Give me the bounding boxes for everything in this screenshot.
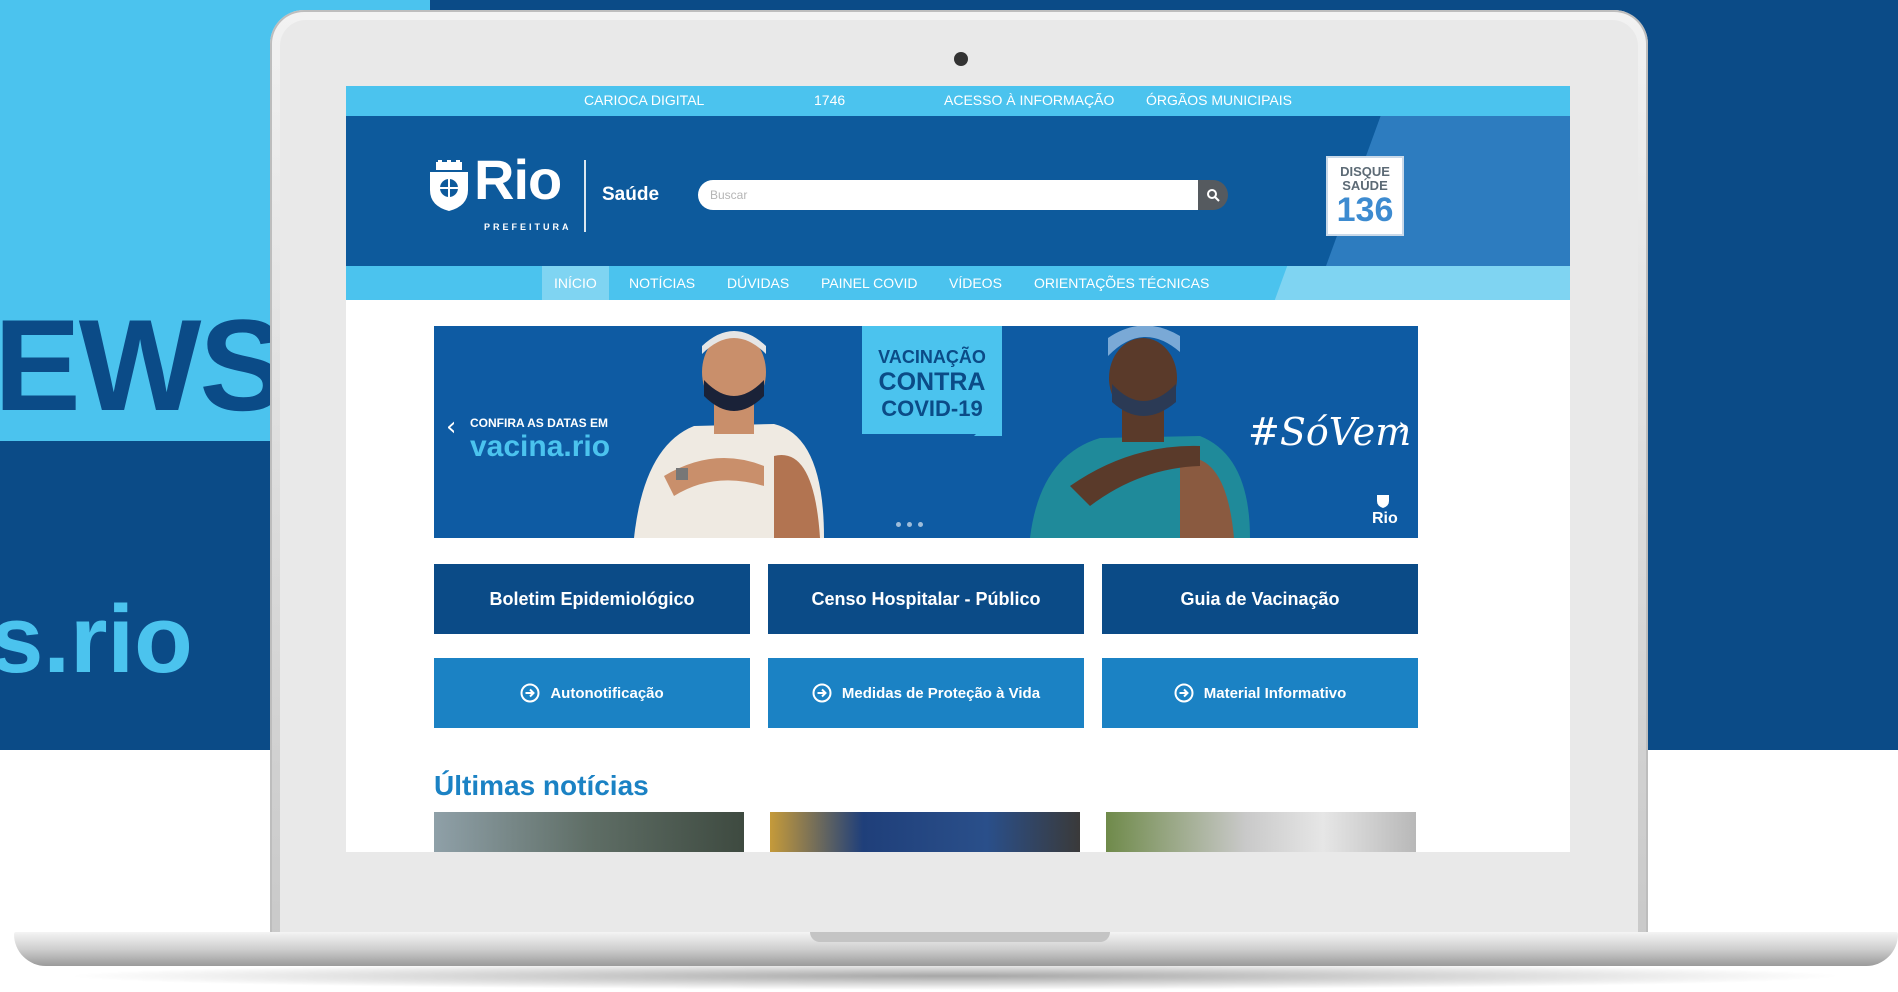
latest-news-heading: Últimas notícias xyxy=(434,770,649,801)
top-link-acesso-informacao[interactable]: ACESSO À INFORMAÇÃO xyxy=(944,92,1114,108)
laptop-screen: CARIOCA DIGITAL 1746 ACESSO À INFORMAÇÃO… xyxy=(346,86,1570,852)
top-link-carioca-digital[interactable]: CARIOCA DIGITAL xyxy=(584,92,704,108)
top-link-orgaos-municipais[interactable]: ÓRGÃOS MUNICIPAIS xyxy=(1146,92,1292,108)
tile-autonotificacao[interactable]: Autonotificação xyxy=(434,658,750,728)
carousel-dot[interactable] xyxy=(907,522,912,527)
news-thumbnail[interactable] xyxy=(434,812,744,852)
tile-censo-hospitalar[interactable]: Censo Hospitalar - Público xyxy=(768,564,1084,634)
news-thumbnail[interactable] xyxy=(1106,812,1416,852)
tab-painel-covid[interactable]: PAINEL COVID xyxy=(809,266,929,300)
carousel-dot[interactable] xyxy=(918,522,923,527)
tab-inicio[interactable]: INÍCIO xyxy=(542,266,609,300)
tile-label: Censo Hospitalar - Público xyxy=(811,588,1041,609)
tile-label: Boletim Epidemiológico xyxy=(489,588,695,609)
arrow-circle-right-icon xyxy=(1174,683,1194,703)
banner-person-image xyxy=(634,331,824,538)
camera-icon xyxy=(954,52,968,66)
banner-person-image-2 xyxy=(1030,326,1250,538)
tile-label: Material Informativo xyxy=(1203,684,1347,702)
laptop-notch xyxy=(810,932,1110,942)
disque-line-1: DISQUE xyxy=(1340,164,1390,180)
hero-banner[interactable]: ‹ CONFIRA AS DATAS EM vacina.rio VACINAÇ… xyxy=(434,326,1418,538)
tile-material-informativo[interactable]: Material Informativo xyxy=(1102,658,1418,728)
banner-logo-icon xyxy=(1377,495,1389,508)
news-thumbnail[interactable] xyxy=(770,812,1080,852)
carousel-dot[interactable] xyxy=(896,522,901,527)
campaign-line-1: VACINAÇÃO xyxy=(878,347,986,367)
banner-small-text: CONFIRA AS DATAS EM xyxy=(470,416,608,430)
arrow-circle-right-icon xyxy=(812,683,832,703)
tile-guia-vacinacao[interactable]: Guia de Vacinação xyxy=(1102,564,1418,634)
site-header: Rio PREFEITURA Saúde DISQUE SAÚDE 136 xyxy=(346,116,1570,266)
background-url-fragment: s.rio xyxy=(0,586,193,693)
top-link-1746[interactable]: 1746 xyxy=(814,92,845,108)
top-links-bar: CARIOCA DIGITAL 1746 ACESSO À INFORMAÇÃO… xyxy=(346,86,1570,116)
banner-logo-text: Rio xyxy=(1372,510,1398,527)
tile-label: Medidas de Proteção à Vida xyxy=(841,684,1041,702)
logo-separator xyxy=(584,160,586,232)
arrow-circle-right-icon xyxy=(520,683,540,703)
tile-label: Guia de Vacinação xyxy=(1180,588,1340,609)
rio-coat-of-arms-icon xyxy=(426,160,472,212)
tab-duvidas[interactable]: DÚVIDAS xyxy=(715,266,801,300)
section-title: Saúde xyxy=(602,184,660,205)
main-nav: INÍCIO NOTÍCIAS DÚVIDAS PAINEL COVID VÍD… xyxy=(346,266,1570,300)
logo-prefeitura-text: PREFEITURA xyxy=(484,222,572,232)
tab-videos[interactable]: VÍDEOS xyxy=(937,266,1014,300)
search-icon xyxy=(1207,189,1220,202)
disque-number: 136 xyxy=(1336,190,1394,229)
banner-url-text: vacina.rio xyxy=(470,430,611,463)
tile-medidas-protecao[interactable]: Medidas de Proteção à Vida xyxy=(768,658,1084,728)
laptop-shadow xyxy=(60,962,1850,990)
tab-orientacoes-tecnicas[interactable]: ORIENTAÇÕES TÉCNICAS xyxy=(1022,266,1221,300)
background-headline-fragment: EWS xyxy=(0,292,286,438)
campaign-badge-tail xyxy=(974,408,1002,436)
nav-diagonal-accent xyxy=(1274,266,1570,300)
logo-rio-text[interactable]: Rio xyxy=(474,152,562,208)
tile-label: Autonotificação xyxy=(550,684,664,702)
campaign-line-2: CONTRA xyxy=(878,368,986,396)
disque-saude-badge[interactable]: DISQUE SAÚDE 136 xyxy=(1326,156,1404,236)
chevron-left-icon[interactable]: ‹ xyxy=(446,414,456,440)
search-input[interactable] xyxy=(698,180,1198,210)
tab-noticias[interactable]: NOTÍCIAS xyxy=(617,266,707,300)
banner-hashtag: #SóVem xyxy=(1248,410,1412,454)
tile-boletim-epidemiologico[interactable]: Boletim Epidemiológico xyxy=(434,564,750,634)
carousel-indicators xyxy=(896,522,923,527)
search-button[interactable] xyxy=(1198,180,1228,210)
chevron-right-icon[interactable]: › xyxy=(1398,414,1408,440)
